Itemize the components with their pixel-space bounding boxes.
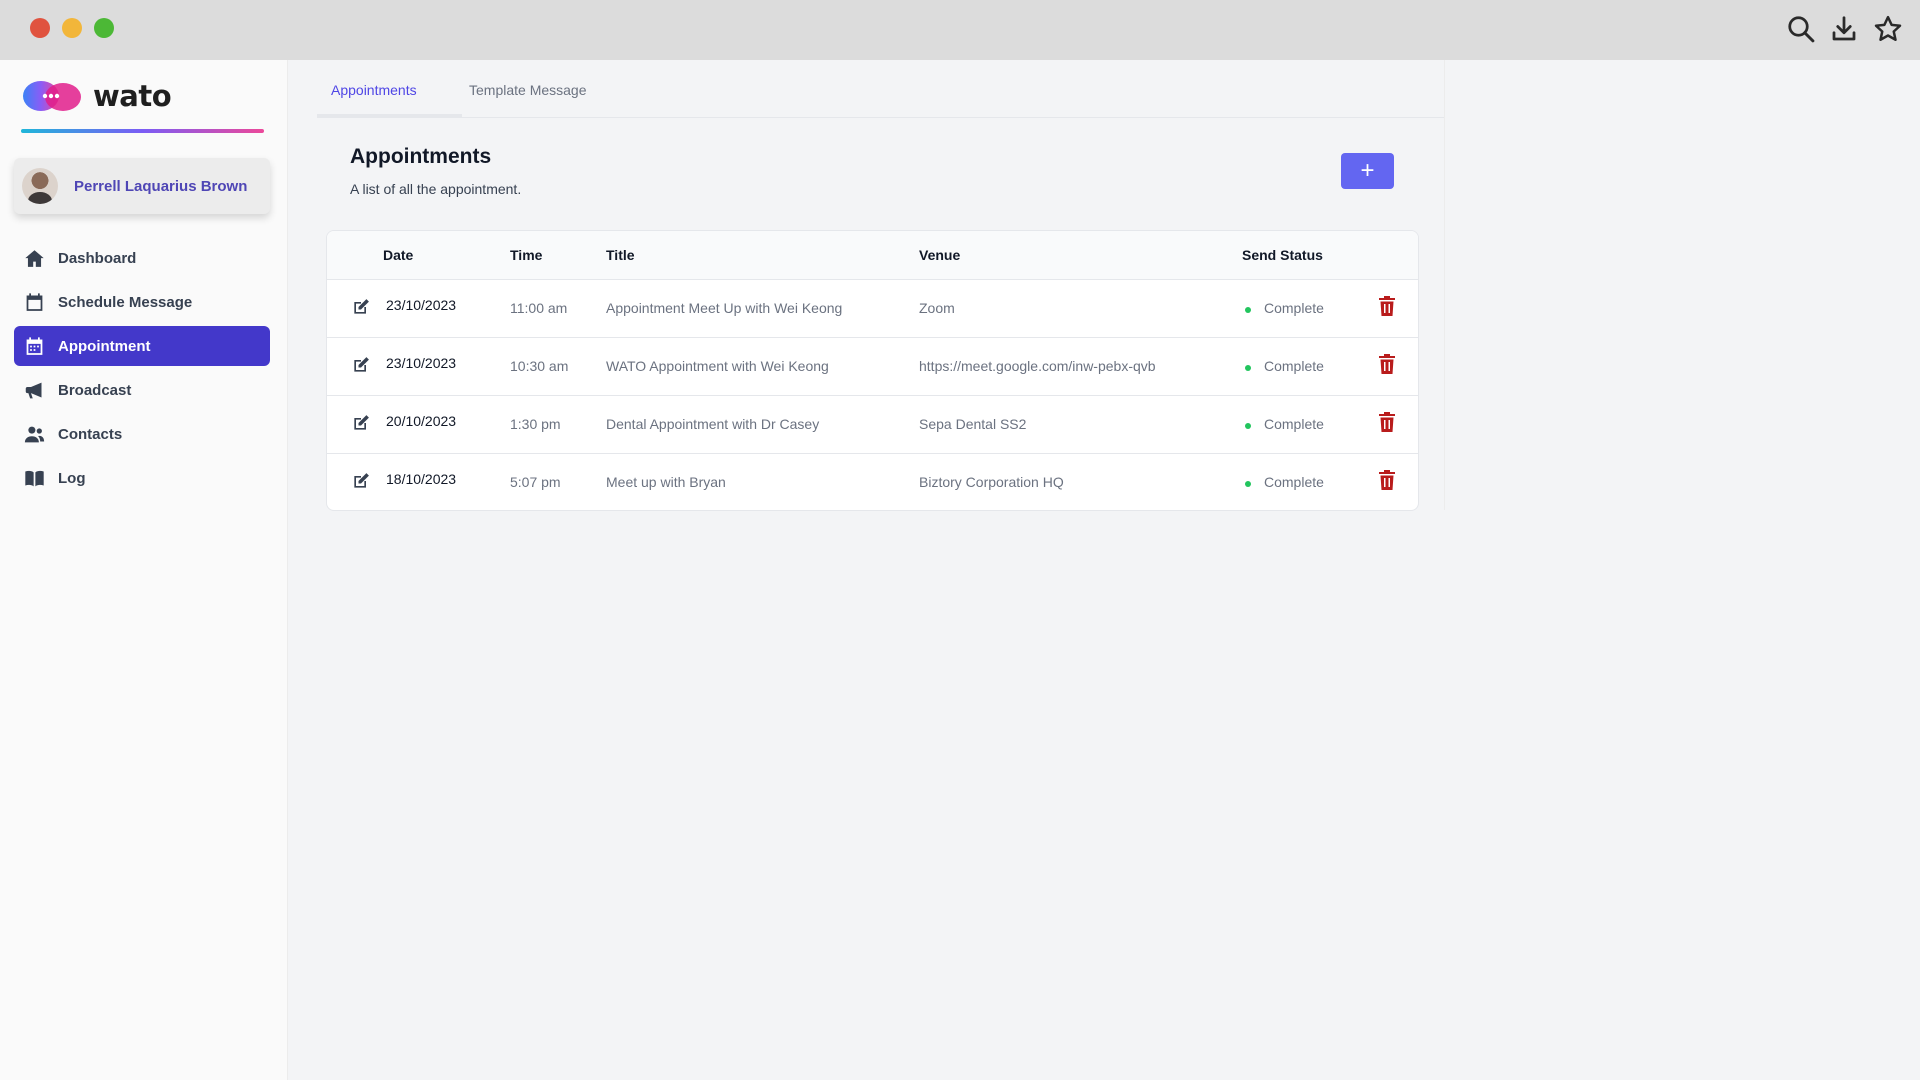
table-row: 23/10/2023 11:00 am Appointment Meet Up … bbox=[327, 280, 1418, 338]
trash-icon[interactable] bbox=[1377, 469, 1397, 491]
column-header-venue: Venue bbox=[919, 247, 961, 263]
sidebar-item-label: Dashboard bbox=[58, 249, 137, 267]
cell-date: 20/10/2023 bbox=[386, 413, 457, 429]
edit-icon[interactable] bbox=[351, 297, 371, 317]
cell-date: 23/10/2023 bbox=[386, 355, 457, 371]
sidebar-item-label: Schedule Message bbox=[58, 293, 193, 311]
sidebar-item-log[interactable]: Log bbox=[14, 458, 270, 498]
sidebar-item-appointment[interactable]: Appointment bbox=[14, 326, 270, 366]
sidebar: wato Perrell Laquarius Brown Dashboard S… bbox=[0, 60, 288, 1080]
cell-date: 18/10/2023 bbox=[386, 471, 457, 487]
edit-icon[interactable] bbox=[351, 355, 371, 375]
calendar-grid-icon bbox=[23, 335, 45, 357]
logo[interactable]: wato bbox=[21, 76, 172, 116]
user-profile[interactable]: Perrell Laquarius Brown bbox=[14, 158, 270, 214]
cell-venue: https://meet.google.com/inw-pebx-qvb bbox=[919, 358, 1156, 374]
cell-date: 23/10/2023 bbox=[386, 297, 457, 313]
sidebar-item-label: Appointment bbox=[58, 337, 151, 355]
tab-template-message[interactable]: Template Message bbox=[469, 82, 587, 98]
add-appointment-button[interactable]: + bbox=[1341, 153, 1394, 189]
logo-divider bbox=[21, 129, 264, 133]
sidebar-item-label: Broadcast bbox=[58, 381, 132, 399]
column-header-send-status: Send Status bbox=[1242, 247, 1323, 263]
sidebar-nav: Dashboard Schedule Message Appointment B… bbox=[14, 238, 270, 502]
calendar-icon bbox=[23, 291, 45, 313]
cell-time: 1:30 pm bbox=[510, 416, 561, 432]
cell-send-status: Complete bbox=[1264, 358, 1324, 374]
megaphone-icon bbox=[23, 379, 45, 401]
cell-venue: Sepa Dental SS2 bbox=[919, 416, 1027, 432]
status-dot bbox=[1245, 423, 1251, 429]
status-dot bbox=[1245, 481, 1251, 487]
active-tab-indicator bbox=[317, 114, 462, 117]
column-header-date: Date bbox=[383, 247, 414, 263]
star-icon[interactable] bbox=[1873, 14, 1903, 44]
sidebar-item-schedule-message[interactable]: Schedule Message bbox=[14, 282, 270, 322]
tab-appointments[interactable]: Appointments bbox=[331, 82, 417, 98]
column-header-title: Title bbox=[606, 247, 635, 263]
users-icon bbox=[23, 423, 45, 445]
sidebar-item-broadcast[interactable]: Broadcast bbox=[14, 370, 270, 410]
window-minimize-button[interactable] bbox=[62, 18, 82, 38]
sidebar-item-contacts[interactable]: Contacts bbox=[14, 414, 270, 454]
cell-time: 10:30 am bbox=[510, 358, 569, 374]
table-row: 18/10/2023 5:07 pm Meet up with Bryan Bi… bbox=[327, 454, 1418, 510]
cell-title: Meet up with Bryan bbox=[606, 474, 726, 490]
table-header: Date Time Title Venue Send Status bbox=[327, 231, 1418, 280]
browser-toolbar bbox=[0, 0, 1920, 60]
avatar bbox=[22, 168, 58, 204]
home-icon bbox=[23, 247, 45, 269]
trash-icon[interactable] bbox=[1377, 353, 1397, 375]
table-row: 20/10/2023 1:30 pm Dental Appointment wi… bbox=[327, 396, 1418, 454]
cell-time: 5:07 pm bbox=[510, 474, 561, 490]
sidebar-item-dashboard[interactable]: Dashboard bbox=[14, 238, 270, 278]
status-dot bbox=[1245, 307, 1251, 313]
content-divider bbox=[1444, 60, 1445, 510]
tab-bar: Appointments Template Message bbox=[317, 60, 1444, 118]
window-close-button[interactable] bbox=[30, 18, 50, 38]
user-name: Perrell Laquarius Brown bbox=[74, 177, 248, 195]
cell-send-status: Complete bbox=[1264, 416, 1324, 432]
cell-title: Appointment Meet Up with Wei Keong bbox=[606, 300, 843, 316]
sidebar-item-label: Log bbox=[58, 469, 86, 487]
cell-venue: Biztory Corporation HQ bbox=[919, 474, 1064, 490]
logo-icon bbox=[21, 78, 83, 114]
search-icon[interactable] bbox=[1786, 14, 1816, 44]
download-icon[interactable] bbox=[1829, 14, 1859, 44]
edit-icon[interactable] bbox=[351, 471, 371, 491]
edit-icon[interactable] bbox=[351, 413, 371, 433]
cell-title: Dental Appointment with Dr Casey bbox=[606, 416, 820, 432]
cell-send-status: Complete bbox=[1264, 300, 1324, 316]
column-header-time: Time bbox=[510, 247, 543, 263]
logo-text: wato bbox=[93, 79, 172, 113]
table-row: 23/10/2023 10:30 am WATO Appointment wit… bbox=[327, 338, 1418, 396]
page-subtitle: A list of all the appointment. bbox=[350, 181, 522, 197]
trash-icon[interactable] bbox=[1377, 411, 1397, 433]
trash-icon[interactable] bbox=[1377, 295, 1397, 317]
cell-send-status: Complete bbox=[1264, 474, 1324, 490]
sidebar-item-label: Contacts bbox=[58, 425, 123, 443]
main-content: Appointments Template Message Appointmen… bbox=[289, 60, 1920, 1080]
cell-venue: Zoom bbox=[919, 300, 955, 316]
cell-time: 11:00 am bbox=[510, 300, 568, 316]
status-dot bbox=[1245, 365, 1251, 371]
book-icon bbox=[23, 467, 45, 489]
cell-title: WATO Appointment with Wei Keong bbox=[606, 358, 829, 374]
appointments-table: Date Time Title Venue Send Status 23/10/… bbox=[326, 230, 1419, 511]
page-title: Appointments bbox=[350, 145, 492, 168]
window-maximize-button[interactable] bbox=[94, 18, 114, 38]
